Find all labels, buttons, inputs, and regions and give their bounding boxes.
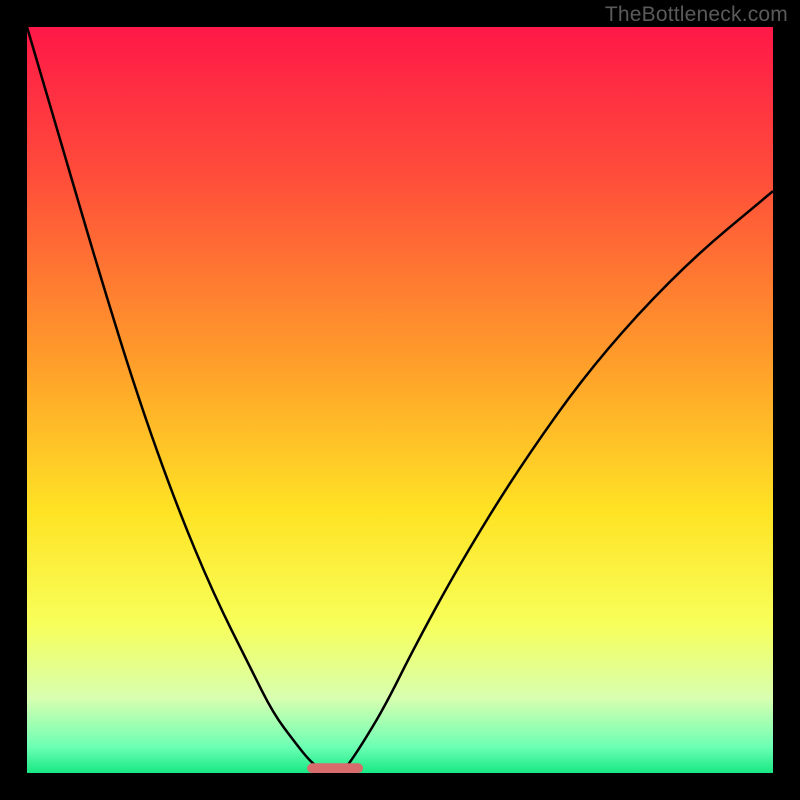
chart-svg xyxy=(27,27,773,773)
minimum-marker xyxy=(307,763,363,773)
plot-area xyxy=(27,27,773,773)
watermark-text: TheBottleneck.com xyxy=(605,3,788,27)
chart-frame: TheBottleneck.com xyxy=(0,0,800,800)
